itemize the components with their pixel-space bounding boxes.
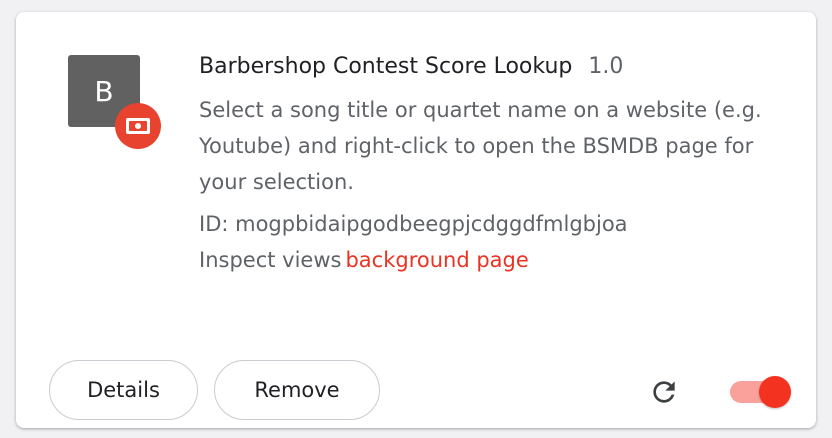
reload-glyph <box>653 381 675 403</box>
extension-id: ID: mogpbidaipgodbeegpjcdggdfmlgbjoa <box>199 212 628 236</box>
reload-icon[interactable] <box>648 376 680 408</box>
remove-button[interactable]: Remove <box>214 360 380 420</box>
enable-toggle[interactable] <box>728 376 794 408</box>
policy-badge-icon <box>115 103 161 149</box>
extension-icon-letter: B <box>94 74 114 108</box>
inspect-views-label: Inspect views <box>199 248 342 272</box>
inspect-views-row: Inspect views background page <box>199 242 789 278</box>
toggle-knob <box>759 376 791 408</box>
extension-name: Barbershop Contest Score Lookup <box>199 54 573 79</box>
extension-version: 1.0 <box>588 54 624 79</box>
title-row: Barbershop Contest Score Lookup 1.0 <box>199 54 789 80</box>
extension-description: Select a song title or quartet name on a… <box>199 98 762 194</box>
background-page-link[interactable]: background page <box>345 248 528 272</box>
extension-info: Barbershop Contest Score Lookup 1.0 Sele… <box>199 54 789 278</box>
details-button[interactable]: Details <box>49 360 198 420</box>
device-icon <box>126 118 150 134</box>
extension-card: B Barbershop Contest Score Lookup 1.0 Se… <box>16 12 816 428</box>
